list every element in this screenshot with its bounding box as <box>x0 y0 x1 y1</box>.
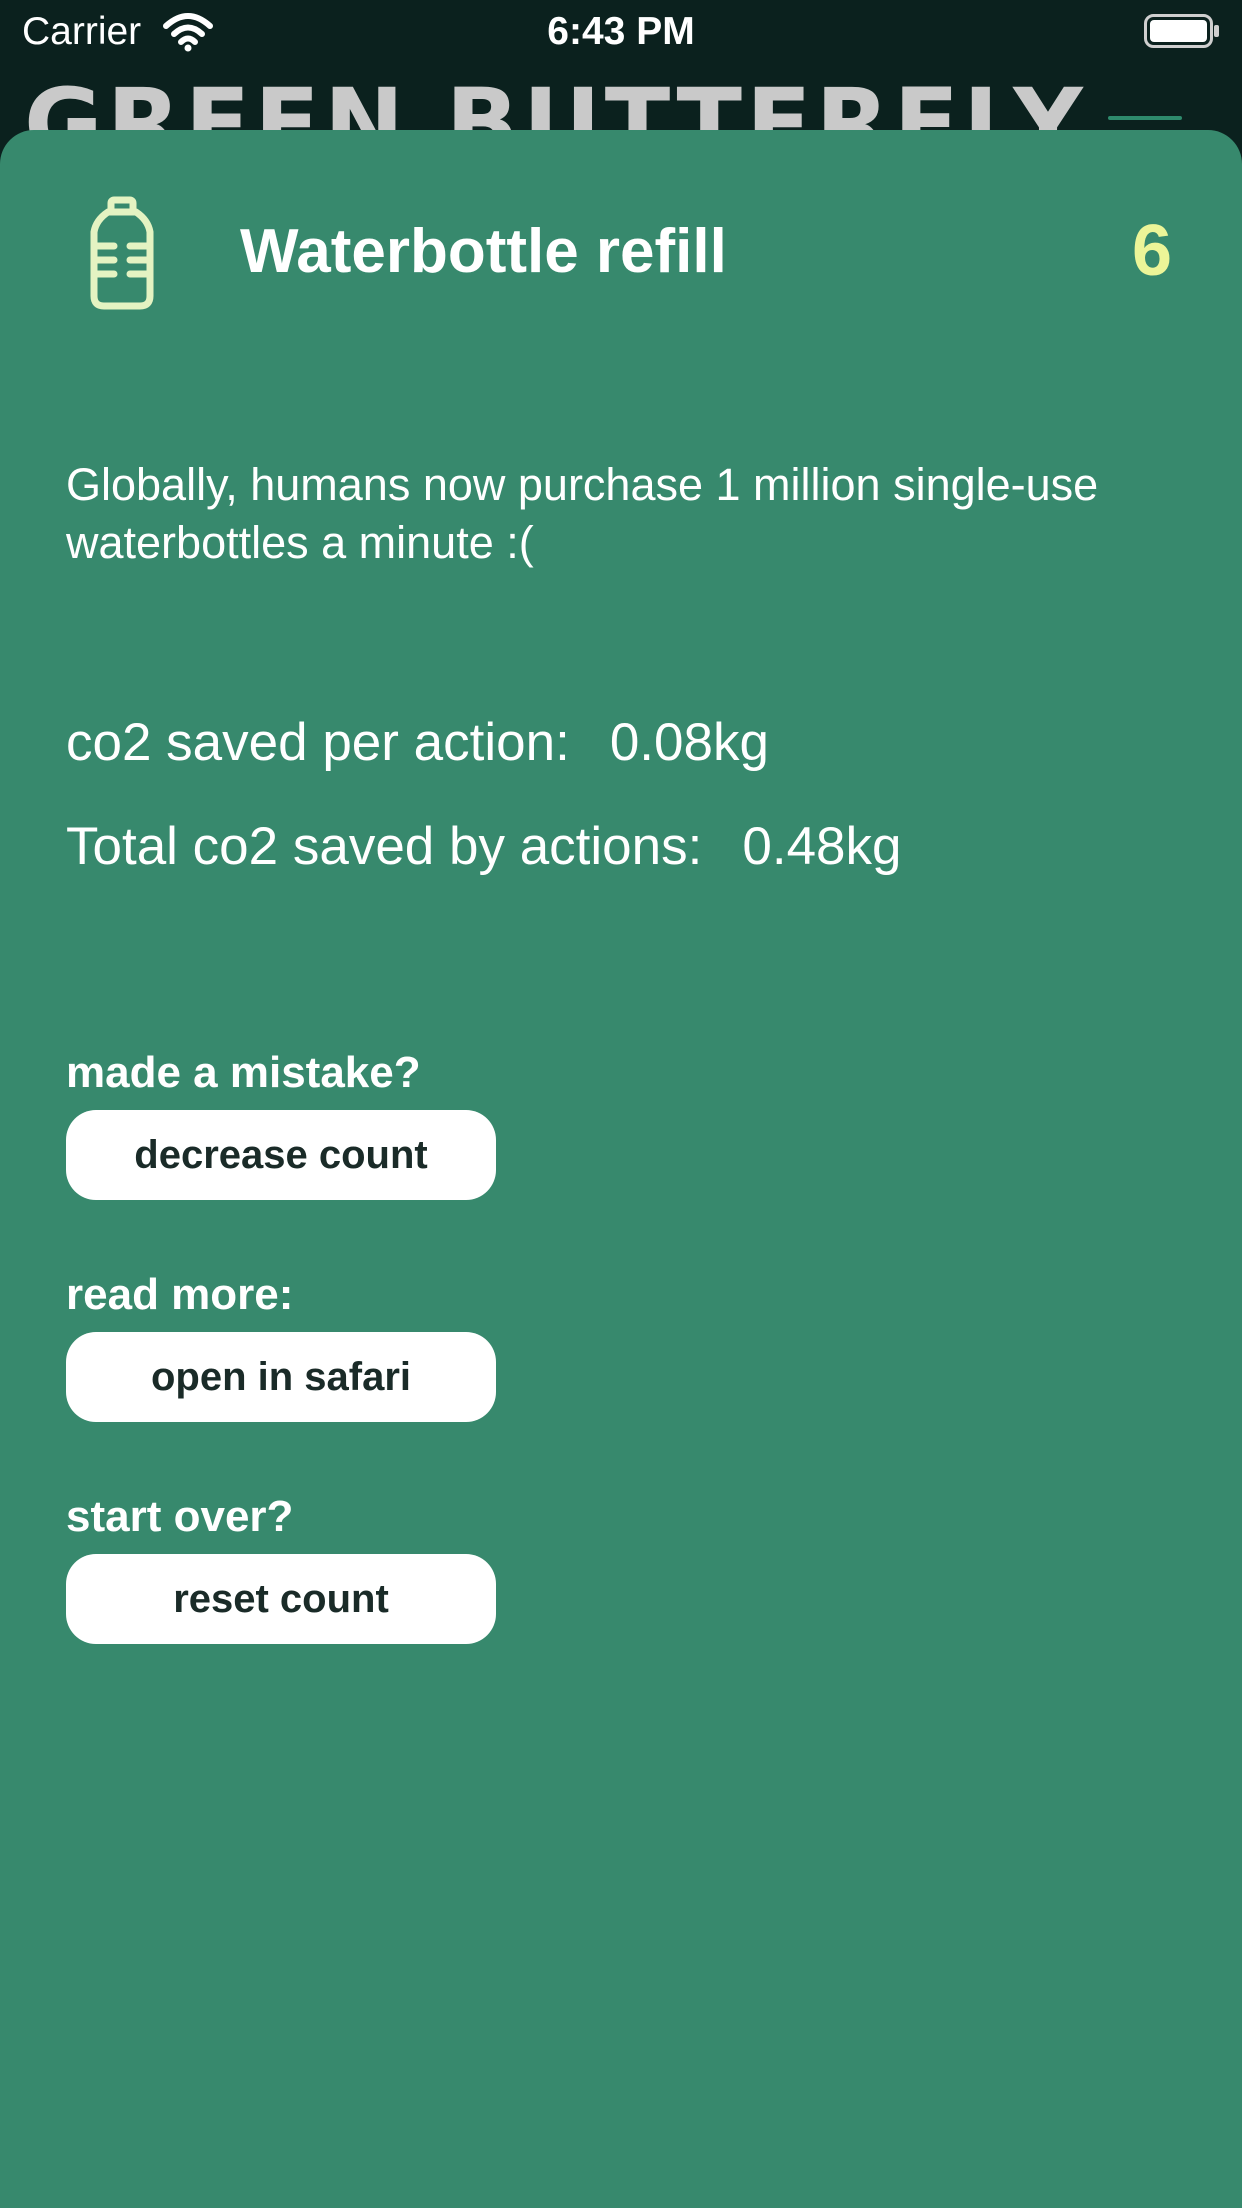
co2-per-action-row: co2 saved per action: 0.08kg <box>66 712 769 773</box>
open-in-safari-button[interactable]: open in safari <box>66 1332 496 1422</box>
co2-total-label: Total co2 saved by actions: <box>66 817 703 876</box>
co2-per-action-label: co2 saved per action: <box>66 713 570 772</box>
background-menu-icon <box>1108 116 1182 120</box>
start-over-label: start over? <box>66 1492 294 1541</box>
action-count: 6 <box>1131 211 1172 291</box>
fact-text: Globally, humans now purchase 1 million … <box>66 459 1099 568</box>
co2-total-value: 0.48kg <box>742 817 902 876</box>
action-title: Waterbottle refill <box>240 217 727 286</box>
read-more-label: read more: <box>66 1270 294 1319</box>
water-bottle-icon <box>90 196 154 310</box>
battery-icon <box>1144 14 1219 48</box>
clock-time: 6:43 PM <box>547 10 695 53</box>
status-bar: Carrier 6:43 PM <box>0 0 1242 64</box>
decrease-count-button[interactable]: decrease count <box>66 1110 496 1200</box>
co2-per-action-value: 0.08kg <box>609 713 769 772</box>
mistake-label: made a mistake? <box>66 1048 421 1097</box>
co2-total-row: Total co2 saved by actions: 0.48kg <box>66 816 902 877</box>
action-detail-sheet: Waterbottle refill 6 Globally, humans no… <box>0 130 1242 2208</box>
reset-count-button[interactable]: reset count <box>66 1554 496 1644</box>
screen: Carrier 6:43 PM GREEN BUTTERFLY Waterbot… <box>0 0 1242 2208</box>
